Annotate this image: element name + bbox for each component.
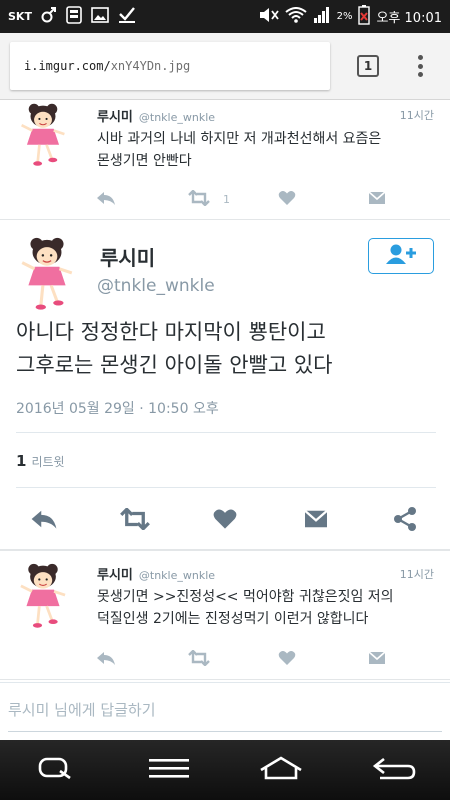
author-name[interactable]: 루시미 xyxy=(100,242,155,271)
url-host: i.imgur.com/ xyxy=(24,59,111,73)
direct-message-icon[interactable] xyxy=(302,508,330,530)
tweet-text-line: 몬생기면 안빤다 xyxy=(97,153,192,169)
battery-percent: 2% xyxy=(336,11,353,22)
male-symbol-icon xyxy=(41,6,57,27)
retweet-icon[interactable] xyxy=(118,508,152,530)
retweet-stats[interactable]: 1 리트윗 xyxy=(16,452,65,470)
tweet-header: 루시미 @tnkle_wnkle xyxy=(97,564,215,583)
divider xyxy=(16,487,436,488)
tweet-thread: 루시미 @tnkle_wnkle 11시간 시바 과거의 나네 하지만 저 개과천… xyxy=(0,100,450,740)
retweet-label: 리트윗 xyxy=(31,455,65,469)
carrier-label: SKT xyxy=(8,10,32,23)
share-icon[interactable] xyxy=(392,506,418,532)
tweet-text-line: 그후로는 몬생긴 아이돌 안빨고 있다 xyxy=(16,353,333,377)
system-navigation-bar xyxy=(0,740,450,800)
tweet-text: 시바 과거의 나네 하지만 저 개과천선해서 요즘은 몬생기면 안빤다 xyxy=(97,128,381,172)
tweet-text: 아니다 정정한다 마지막이 뿅탄이고 그후로는 몬생긴 아이돌 안빨고 있다 xyxy=(16,316,436,382)
tweet-header: 루시미 @tnkle_wnkle xyxy=(97,106,215,125)
menu-icon xyxy=(148,757,190,783)
tweet-card-above[interactable]: 루시미 @tnkle_wnkle 11시간 시바 과거의 나네 하지만 저 개과천… xyxy=(0,100,450,220)
home-icon xyxy=(258,756,304,784)
search-button[interactable] xyxy=(26,750,86,790)
url-field[interactable]: i.imgur.com/xnY4YDn.jpg xyxy=(10,42,330,90)
reply-placeholder[interactable]: 루시미 님에게 답글하기 xyxy=(8,699,156,720)
search-icon xyxy=(36,756,76,784)
main-avatar[interactable] xyxy=(16,235,78,313)
url-path: xnY4YDn.jpg xyxy=(110,59,191,73)
overflow-menu-icon[interactable] xyxy=(414,53,426,79)
download-done-icon xyxy=(118,6,136,27)
like-icon[interactable] xyxy=(278,190,296,206)
author-name[interactable]: 루시미 xyxy=(97,110,133,125)
tweet-text-line: 못생기면 >>진정성<< 먹어야함 귀찮은짓임 저의 xyxy=(97,589,394,605)
author-handle[interactable]: @tnkle_wnkle xyxy=(139,569,215,582)
tweet-text-line: 시바 과거의 나네 하지만 저 개과천선해서 요즘은 xyxy=(97,131,382,147)
divider xyxy=(8,731,442,732)
retweet-icon xyxy=(187,189,211,209)
follow-button[interactable] xyxy=(368,238,434,274)
mute-icon xyxy=(259,7,279,26)
tweet-time: 11시간 xyxy=(399,109,434,122)
retweet-number: 1 xyxy=(16,452,27,470)
back-button[interactable] xyxy=(364,750,424,790)
wifi-icon xyxy=(284,7,307,26)
tab-switcher-button[interactable]: 1 xyxy=(357,55,379,77)
like-icon[interactable] xyxy=(212,508,238,530)
reply-composer[interactable]: 루시미 님에게 답글하기 xyxy=(0,682,450,740)
image-notification-icon xyxy=(91,7,109,26)
clock-time: 오후 10:01 xyxy=(376,11,442,26)
retweet-button[interactable]: 1 xyxy=(187,189,230,209)
avatar[interactable] xyxy=(14,562,72,630)
status-bar: SKT 2% 오후 10:01 xyxy=(0,0,450,33)
back-icon xyxy=(372,756,416,784)
tweet-text-line: 아니다 정정한다 마지막이 뿅탄이고 xyxy=(16,320,326,344)
author-handle[interactable]: @tnkle_wnkle xyxy=(97,276,215,296)
reply-icon[interactable] xyxy=(96,190,116,206)
tweet-text: 못생기면 >>진정성<< 먹어야함 귀찮은짓임 저의 덕질인생 2기에는 진정성… xyxy=(97,586,394,630)
author-handle[interactable]: @tnkle_wnkle xyxy=(139,111,215,124)
like-icon[interactable] xyxy=(278,650,296,666)
retweet-icon[interactable] xyxy=(187,650,211,666)
app-notification-icon xyxy=(66,6,82,27)
reply-icon[interactable] xyxy=(96,650,116,666)
divider xyxy=(16,432,436,433)
menu-button[interactable] xyxy=(139,750,199,790)
home-button[interactable] xyxy=(251,750,311,790)
signal-strength-icon xyxy=(313,6,331,27)
retweet-count: 1 xyxy=(223,193,230,206)
tweet-time: 11시간 xyxy=(399,568,434,581)
direct-message-icon[interactable] xyxy=(368,190,386,206)
tweet-date: 2016년 05월 29일 · 10:50 오후 xyxy=(16,401,219,417)
add-user-icon xyxy=(384,243,418,269)
browser-toolbar: i.imgur.com/xnY4YDn.jpg 1 xyxy=(0,33,450,100)
tweet-text-line: 덕질인생 2기에는 진정성먹기 이런거 않합니다 xyxy=(97,611,369,627)
battery-low-icon xyxy=(358,5,371,28)
avatar[interactable] xyxy=(14,102,72,168)
reply-icon[interactable] xyxy=(30,508,58,530)
direct-message-icon[interactable] xyxy=(368,650,386,666)
author-name[interactable]: 루시미 xyxy=(97,568,133,583)
